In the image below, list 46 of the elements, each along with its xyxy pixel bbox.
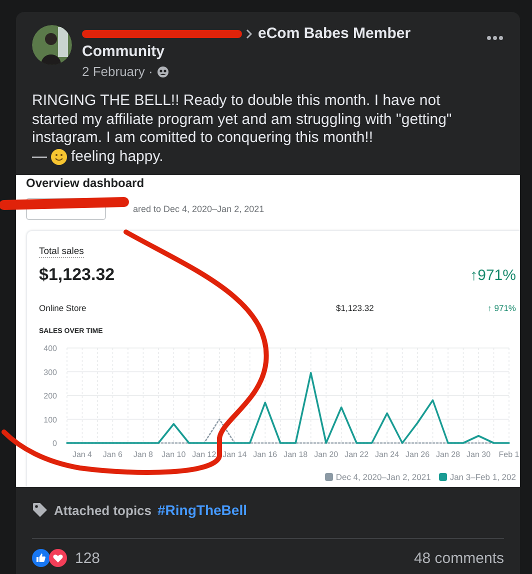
axis-label: Jan 6 bbox=[102, 450, 123, 459]
post-text: RINGING THE BELL!! Ready to double this month. I have not started my affiliate program yet and am struggling with "getting" instagram. I am comitted to conquering this month!! bbox=[32, 92, 453, 148]
dash: — bbox=[32, 148, 47, 166]
legend-label: Dec 4, 2020–Jan 2, 2021 bbox=[336, 472, 431, 482]
dashboard-title: Overview dashboard bbox=[26, 175, 146, 190]
axis-label: Jan 18 bbox=[284, 450, 308, 459]
shared-screenshot[interactable] bbox=[16, 175, 520, 487]
like-icon[interactable] bbox=[32, 549, 50, 567]
channel-change: ↑ 971% bbox=[486, 303, 516, 313]
tag-icon bbox=[32, 502, 48, 518]
axis-label: 300 bbox=[44, 368, 57, 377]
axis-label: Jan 4 bbox=[72, 450, 92, 459]
axis-label: Jan 14 bbox=[222, 450, 247, 459]
axis-label: Jan 20 bbox=[314, 450, 338, 459]
axis-label: Jan 30 bbox=[466, 450, 491, 459]
axis-label: Jan 28 bbox=[436, 450, 460, 459]
axis-label: Jan 16 bbox=[253, 450, 278, 459]
group-name[interactable]: eCom Babes Member Community bbox=[82, 25, 456, 61]
axis-label: 0 bbox=[52, 439, 57, 448]
comparison-text: ared to Dec 4, 2020–Jan 2, 2021 bbox=[133, 204, 264, 214]
smiley-icon bbox=[51, 148, 67, 165]
axis-label: Feb 1 bbox=[498, 450, 520, 459]
axis-label: Jan 26 bbox=[406, 450, 430, 459]
axis-label: Jan 8 bbox=[133, 450, 153, 459]
channel-name: Online Store bbox=[39, 303, 88, 313]
more-icon[interactable] bbox=[486, 35, 504, 41]
reaction-count[interactable]: 128 bbox=[75, 550, 100, 566]
total-sales-label: Total sales bbox=[39, 246, 84, 258]
feeling-text: feeling happy. bbox=[71, 148, 164, 166]
chevron-icon bbox=[245, 29, 253, 39]
avatar[interactable] bbox=[32, 25, 72, 65]
total-sales-value: $1,123.32 bbox=[39, 265, 115, 285]
legend-label: Jan 3–Feb 1, 202 bbox=[450, 472, 516, 482]
post-date[interactable]: 2 February · bbox=[82, 64, 153, 79]
change-percent: ↑971% bbox=[470, 266, 516, 284]
axis-label: Jan 12 bbox=[192, 450, 216, 459]
comments-count[interactable]: 48 comments bbox=[414, 550, 504, 566]
axis-label: Jan 22 bbox=[344, 450, 369, 459]
topics-label: Attached topics bbox=[54, 502, 152, 518]
axis-label: 100 bbox=[44, 415, 57, 424]
channel-value: $1,123.32 bbox=[336, 303, 375, 313]
axis-label: 400 bbox=[44, 344, 57, 353]
axis-label: Jan 10 bbox=[162, 450, 186, 459]
axis-label: 200 bbox=[44, 392, 57, 400]
axis-label: Jan 24 bbox=[375, 450, 400, 459]
topic-link[interactable]: #RingTheBell bbox=[158, 502, 247, 518]
